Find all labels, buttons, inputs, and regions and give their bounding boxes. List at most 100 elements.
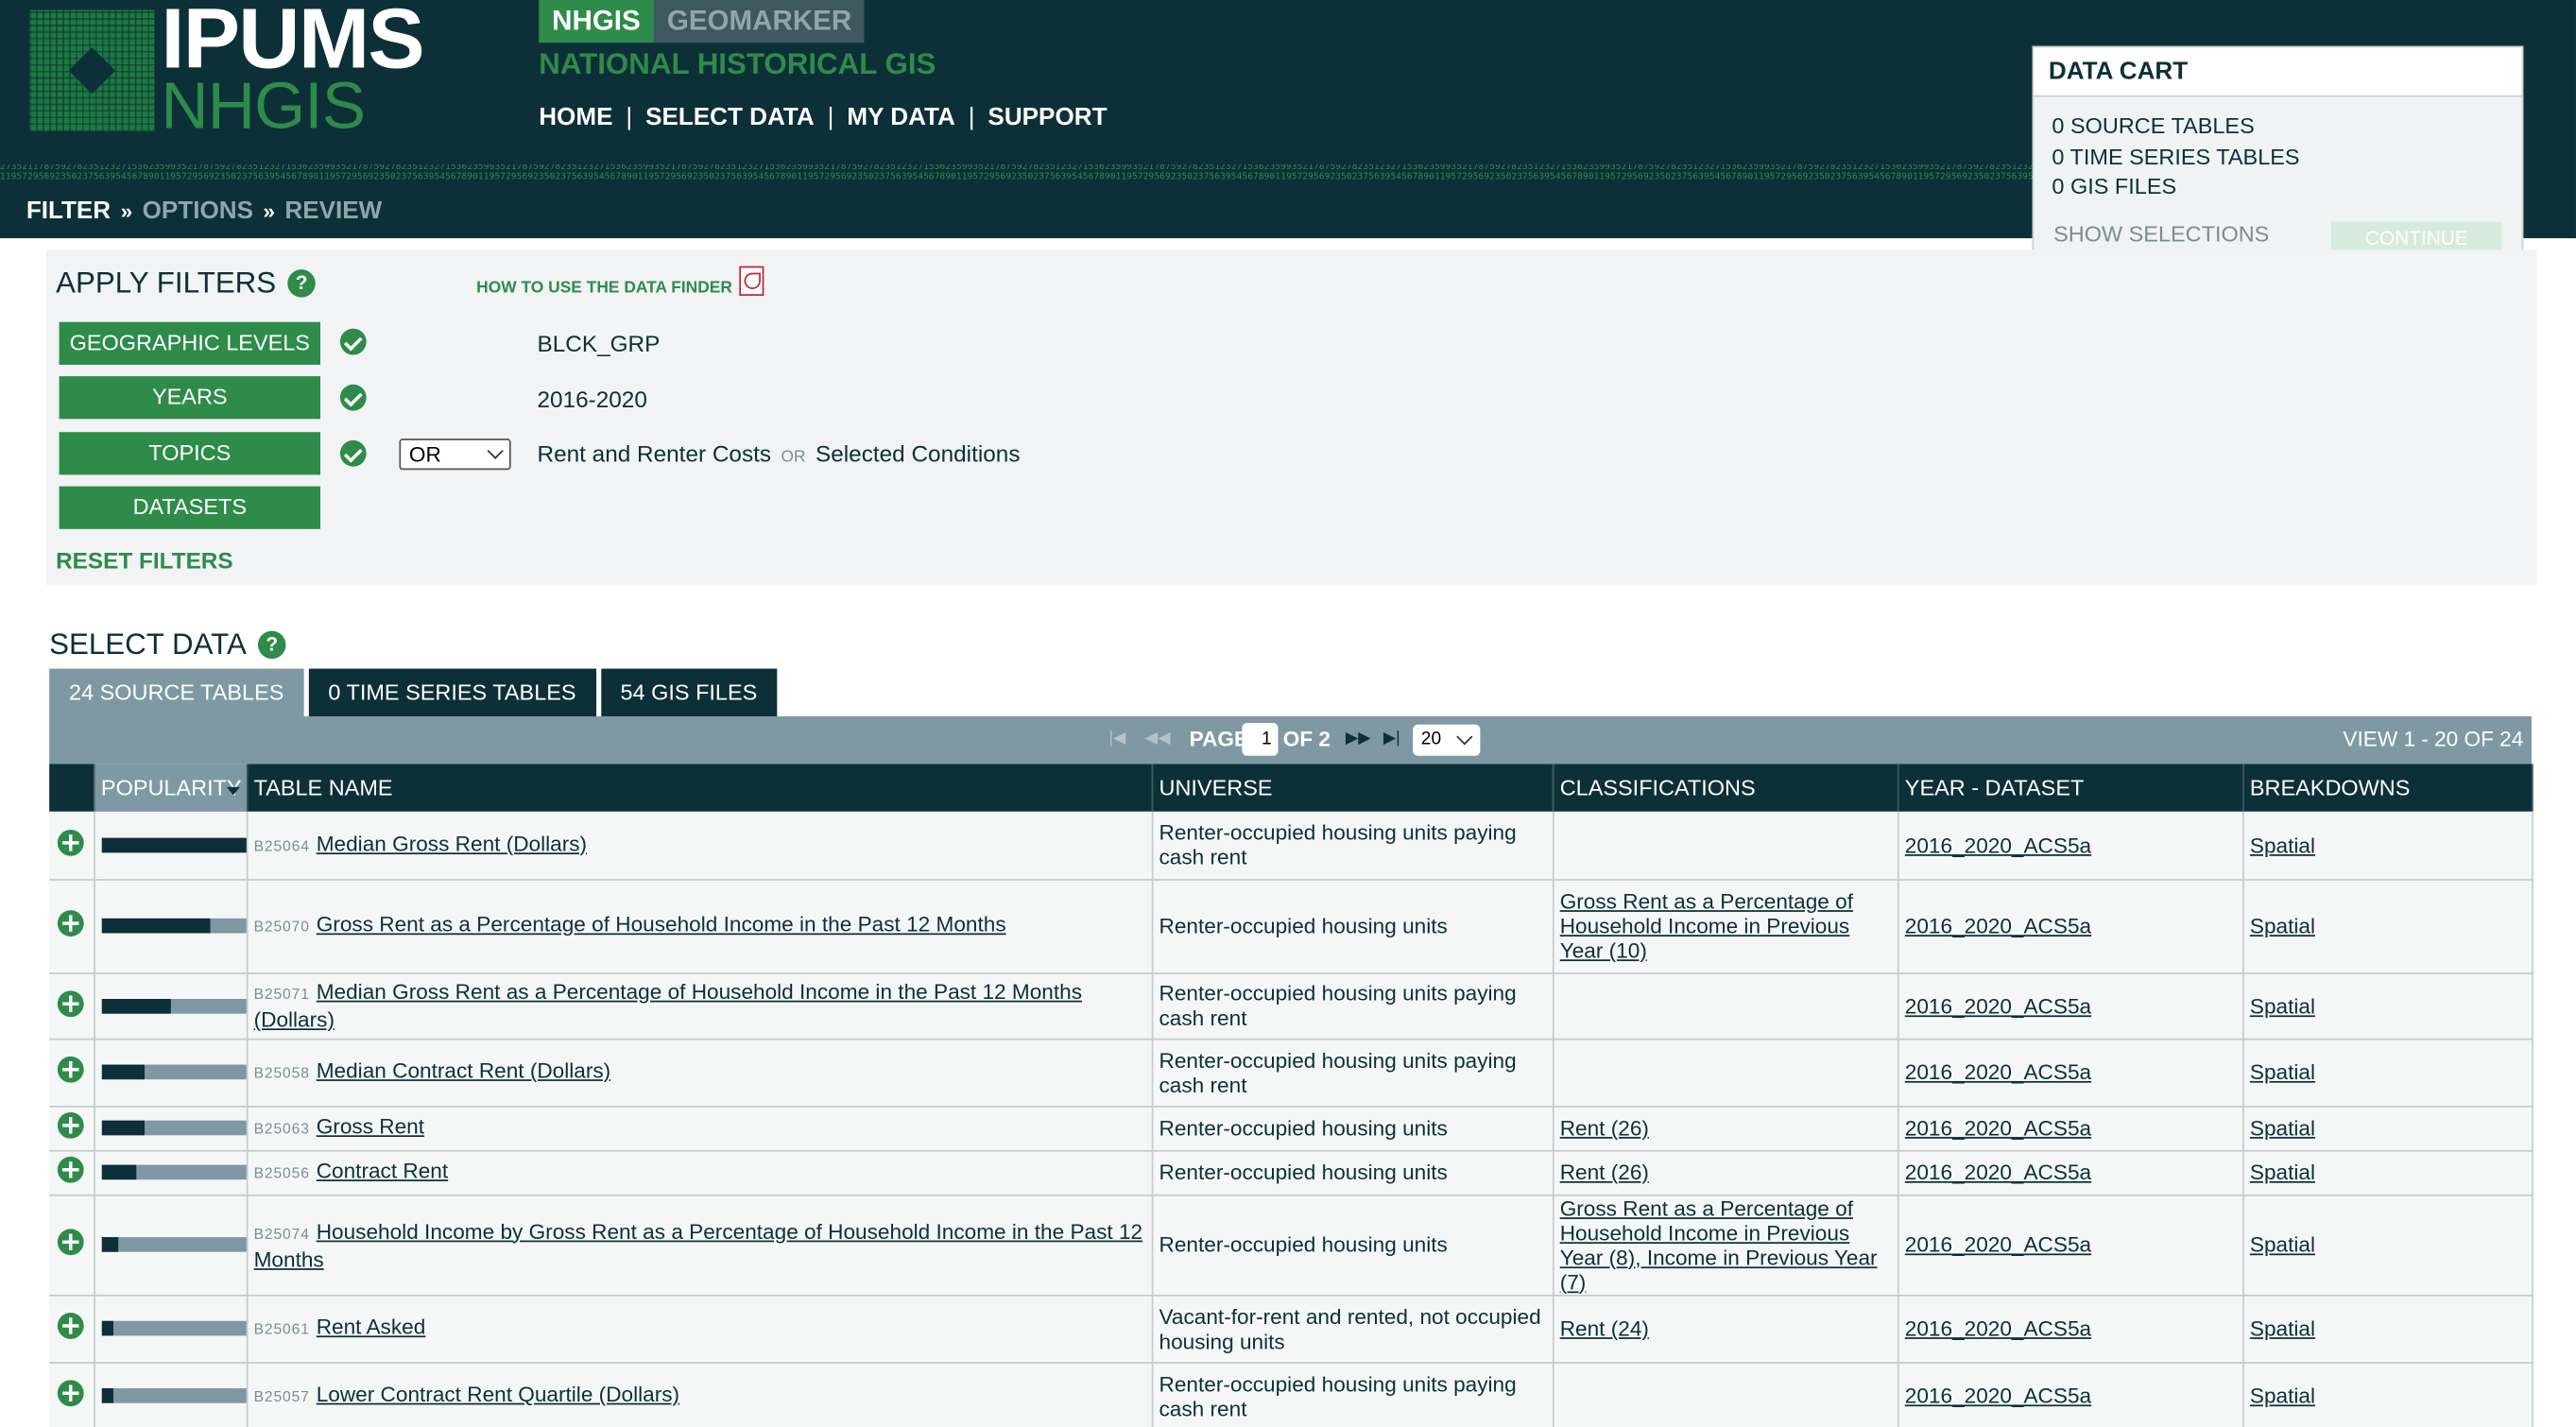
ipums-logo-icon[interactable]: [29, 9, 155, 132]
add-to-cart-icon[interactable]: [58, 910, 85, 937]
breadcrumb-separator: »: [120, 198, 133, 224]
nav-home[interactable]: HOME: [539, 104, 612, 132]
dataset-link[interactable]: 2016_2020_ACS5a: [1905, 914, 2091, 938]
table-name-link[interactable]: Median Gross Rent as a Percentage of Hou…: [254, 979, 1082, 1032]
popularity-bar: [100, 998, 246, 1013]
page-size-value: 20: [1420, 729, 1442, 749]
apply-filters-heading: APPLY FILTERS ?: [56, 266, 316, 301]
header-universe[interactable]: UNIVERSE: [1151, 764, 1554, 812]
dataset-link[interactable]: 2016_2020_ACS5a: [1905, 1059, 2091, 1084]
last-page-icon[interactable]: ▶|: [1383, 730, 1400, 748]
table-name-link[interactable]: Lower Contract Rent Quartile (Dollars): [317, 1382, 679, 1406]
page-size-select[interactable]: 20: [1413, 724, 1481, 756]
table-row: B25063 Gross Rent Renter-occupied housing…: [49, 1106, 2533, 1151]
table-code: B25056: [253, 1164, 310, 1181]
breakdown-link[interactable]: Spatial: [2250, 1115, 2315, 1140]
breakdown-link[interactable]: Spatial: [2250, 833, 2315, 857]
page-count: OF 2: [1282, 726, 1331, 751]
add-to-cart-icon[interactable]: [58, 1380, 85, 1407]
tab-source-tables[interactable]: 24 SOURCE TABLES: [49, 668, 304, 716]
breakdown-link[interactable]: Spatial: [2250, 1384, 2315, 1408]
dataset-link[interactable]: 2016_2020_ACS5a: [1905, 1115, 2091, 1140]
table-name-link[interactable]: Median Gross Rent (Dollars): [317, 831, 587, 855]
add-to-cart-icon[interactable]: [58, 989, 85, 1017]
view-range: VIEW 1 - 20 OF 24: [2343, 726, 2524, 751]
add-to-cart-icon[interactable]: [58, 1111, 85, 1139]
table-row: B25064 Median Gross Rent (Dollars) Renter…: [49, 811, 2533, 880]
universe-cell: Renter-occupied housing units paying cas…: [1151, 1038, 1554, 1107]
first-page-icon[interactable]: |◀: [1108, 730, 1125, 748]
pdf-icon[interactable]: [738, 266, 764, 296]
table-row: B25056 Contract Rent Renter-occupied hous…: [49, 1149, 2533, 1195]
prev-page-icon[interactable]: ◀◀: [1145, 730, 1171, 748]
years-value: 2016-2020: [537, 386, 647, 413]
next-page-icon[interactable]: ▶▶: [1346, 730, 1371, 748]
universe-cell: Renter-occupied housing units paying cas…: [1151, 811, 1554, 880]
dataset-link[interactable]: 2016_2020_ACS5a: [1905, 1232, 2091, 1257]
dataset-link[interactable]: 2016_2020_ACS5a: [1905, 1384, 2091, 1408]
breadcrumb-filter[interactable]: FILTER: [26, 198, 111, 226]
table-name-link[interactable]: Rent Asked: [317, 1315, 426, 1339]
table-name-link[interactable]: Gross Rent as a Percentage of Household …: [317, 912, 1006, 937]
topic-or-label: OR: [781, 448, 806, 467]
add-to-cart-icon[interactable]: [58, 1056, 85, 1083]
topics-button[interactable]: TOPICS: [59, 432, 321, 475]
dataset-link[interactable]: 2016_2020_ACS5a: [1905, 1316, 2091, 1341]
table-name-link[interactable]: Median Contract Rent (Dollars): [317, 1058, 611, 1083]
table-name-link[interactable]: Household Income by Gross Rent as a Perc…: [254, 1218, 1143, 1271]
breakdown-link[interactable]: Spatial: [2250, 1316, 2315, 1341]
howto-link[interactable]: HOW TO USE THE DATA FINDER: [476, 266, 764, 302]
top-nav: HOME | SELECT DATA | MY DATA | SUPPORT: [539, 104, 1107, 132]
table-name-link[interactable]: Gross Rent: [317, 1114, 424, 1139]
header-year-dataset[interactable]: YEAR - DATASET: [1897, 764, 2243, 812]
tab-gis-files[interactable]: 54 GIS FILES: [600, 668, 778, 716]
header-table-name[interactable]: TABLE NAME: [246, 764, 1153, 812]
popularity-bar: [100, 1164, 246, 1180]
source-tables-table: POPULARITY TABLE NAME UNIVERSE CLASSIFIC…: [49, 764, 2533, 1427]
add-to-cart-icon[interactable]: [58, 1313, 85, 1339]
header-classifications[interactable]: CLASSIFICATIONS: [1552, 764, 1898, 812]
add-to-cart-icon[interactable]: [58, 1156, 85, 1183]
header-breakdowns[interactable]: BREAKDOWNS: [2242, 764, 2533, 812]
breakdown-link[interactable]: Spatial: [2250, 914, 2315, 938]
add-to-cart-icon[interactable]: [58, 829, 85, 856]
breadcrumb-options[interactable]: OPTIONS: [143, 198, 253, 226]
breakdown-link[interactable]: Spatial: [2250, 993, 2315, 1018]
tab-geomarker[interactable]: GEOMARKER: [653, 0, 866, 43]
nav-support[interactable]: SUPPORT: [987, 104, 1107, 132]
howto-text[interactable]: HOW TO USE THE DATA FINDER: [476, 279, 732, 297]
dataset-link[interactable]: 2016_2020_ACS5a: [1905, 993, 2091, 1018]
popularity-bar: [100, 837, 246, 852]
page-number-input[interactable]: 1: [1242, 722, 1279, 756]
topic-operator-select[interactable]: OR: [399, 438, 511, 471]
show-selections-link[interactable]: SHOW SELECTIONS: [2053, 222, 2269, 247]
nav-my-data[interactable]: MY DATA: [847, 104, 954, 132]
logo-nhgis-text[interactable]: NHGIS: [161, 72, 366, 141]
breakdown-link[interactable]: Spatial: [2250, 1232, 2315, 1257]
table-name-link[interactable]: Contract Rent: [317, 1159, 448, 1183]
classification-link[interactable]: Gross Rent as a Percentage of Household …: [1560, 1195, 1878, 1294]
table-row: B25070 Gross Rent as a Percentage of Hous…: [49, 879, 2533, 974]
reset-filters-link[interactable]: RESET FILTERS: [56, 547, 233, 574]
datasets-button[interactable]: DATASETS: [59, 486, 321, 529]
classification-link[interactable]: Rent (24): [1560, 1316, 1649, 1341]
help-icon[interactable]: ?: [287, 269, 316, 298]
data-tabs: 24 SOURCE TABLES 0 TIME SERIES TABLES 54…: [49, 668, 778, 716]
classification-link[interactable]: Gross Rent as a Percentage of Household …: [1560, 889, 1853, 963]
table-code: B25070: [253, 918, 310, 936]
breakdown-link[interactable]: Spatial: [2250, 1059, 2315, 1084]
tab-time-series-tables[interactable]: 0 TIME SERIES TABLES: [308, 668, 596, 716]
breadcrumb-review[interactable]: REVIEW: [284, 198, 382, 226]
dataset-link[interactable]: 2016_2020_ACS5a: [1905, 1160, 2091, 1184]
help-icon[interactable]: ?: [258, 630, 286, 660]
years-button[interactable]: YEARS: [59, 376, 321, 420]
dataset-link[interactable]: 2016_2020_ACS5a: [1905, 833, 2091, 857]
geographic-levels-button[interactable]: GEOGRAPHIC LEVELS: [59, 321, 321, 365]
breakdown-link[interactable]: Spatial: [2250, 1160, 2315, 1184]
nav-select-data[interactable]: SELECT DATA: [645, 104, 815, 132]
tab-nhgis[interactable]: NHGIS: [539, 0, 654, 43]
classification-link[interactable]: Rent (26): [1560, 1115, 1649, 1140]
header-popularity[interactable]: POPULARITY: [94, 764, 248, 812]
classification-link[interactable]: Rent (26): [1560, 1160, 1649, 1184]
add-to-cart-icon[interactable]: [58, 1229, 85, 1256]
